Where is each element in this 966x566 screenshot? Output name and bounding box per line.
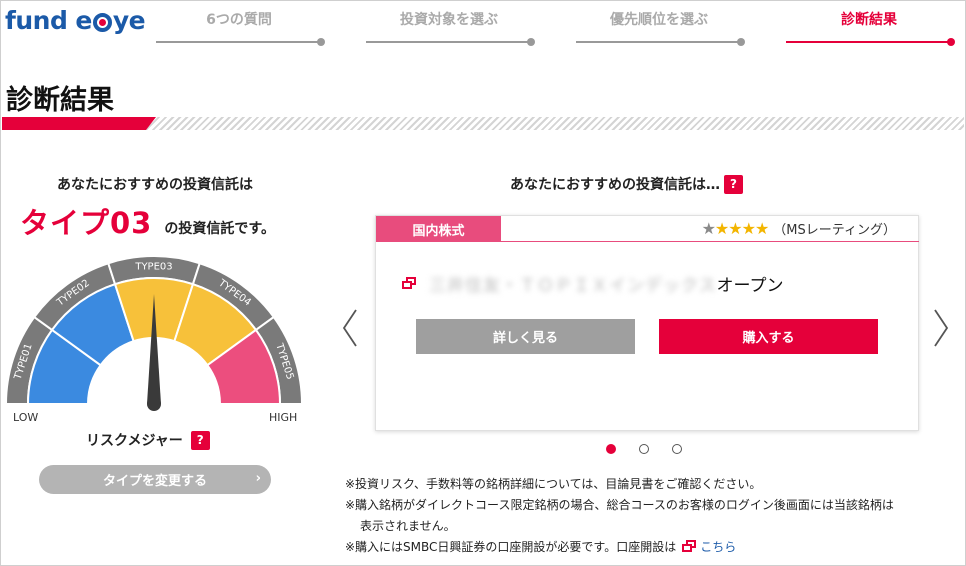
star-rating-icon: ★★★★★ — [701, 219, 770, 238]
change-type-label: タイプを変更する — [102, 474, 207, 489]
rating-source: （MSレーティング） — [773, 223, 896, 238]
star-icon: ★ — [754, 219, 769, 238]
star-icon: ★ — [701, 219, 716, 238]
fund-name-link[interactable]: 三井住友・ＴＯＰＩＸインデックス オープン — [402, 271, 783, 296]
logo-text-ye: ye — [112, 6, 146, 35]
category-rule — [501, 241, 919, 242]
logo-text-e: e — [75, 6, 92, 35]
step-dot — [527, 38, 535, 46]
title-underline — [2, 117, 964, 130]
risk-measure: リスクメジャー ? — [86, 430, 210, 450]
ms-rating: ★★★★★ （MSレーティング） — [702, 219, 896, 238]
fund-card: 国内株式 ★★★★★ （MSレーティング） 三井住友・ＴＯＰＩＸインデックス オ… — [375, 215, 919, 431]
buy-button[interactable]: 購入する — [659, 319, 878, 354]
gauge-high-label: HIGH — [269, 411, 298, 424]
carousel-pagination — [606, 444, 682, 454]
gauge-low-label: LOW — [13, 411, 39, 424]
chevron-left-icon[interactable] — [340, 308, 360, 348]
step-line — [576, 41, 742, 43]
note-line: ※投資リスク、手数料等の銘柄詳細については、目論見書をご確認ください。 — [345, 477, 762, 491]
step-label: 6つの質問 — [206, 12, 272, 28]
pagination-dot[interactable] — [639, 444, 649, 454]
gauge-needle-hub — [147, 397, 161, 411]
step-result: 診断結果 — [786, 8, 955, 48]
pagination-dot[interactable] — [672, 444, 682, 454]
help-icon[interactable]: ? — [724, 174, 743, 194]
fund-eye-logo[interactable]: fund e ye — [5, 6, 146, 35]
step-label: 投資対象を選ぶ — [400, 12, 498, 28]
gauge-segment-label: TYPE03 — [134, 262, 172, 273]
page-title: 診断結果 — [6, 85, 114, 116]
external-window-icon — [402, 277, 417, 290]
type-result: タイプ03 の投資信託です。 — [20, 200, 320, 242]
account-open-link[interactable]: こちら — [700, 540, 736, 554]
notes: ※投資リスク、手数料等の銘柄詳細については、目論見書をご確認ください。 ※購入銘… — [345, 474, 955, 558]
note-line: ※購入銘柄がダイレクトコース限定銘柄の場合、総合コースのお客様のログイン後画面に… — [345, 498, 894, 512]
risk-measure-label: リスクメジャー — [86, 433, 183, 449]
type-suffix: の投資信託です。 — [164, 221, 275, 237]
step-label: 診断結果 — [841, 12, 897, 28]
step-questions[interactable]: 6つの質問 — [156, 8, 325, 48]
step-priority[interactable]: 優先順位を選ぶ — [576, 8, 745, 48]
pagination-dot[interactable] — [606, 444, 616, 454]
step-line — [366, 41, 532, 43]
star-icon: ★ — [728, 219, 742, 238]
eye-icon — [92, 13, 112, 32]
step-dot — [737, 38, 745, 46]
recommend-heading-text: あなたにおすすめの投資信託は… — [510, 177, 720, 193]
risk-gauge: TYPE01TYPE02TYPE03TYPE04TYPE05 — [4, 255, 304, 411]
progress-steps: 6つの質問 投資対象を選ぶ 優先順位を選ぶ 診断結果 — [156, 8, 956, 48]
note-line-account: ※購入にはSMBC日興証券の口座開設が必要です。口座開設は こちら — [345, 537, 955, 558]
chevron-right-icon[interactable] — [931, 308, 951, 348]
title-underline-accent — [2, 117, 156, 130]
recommend-heading-right: あなたにおすすめの投資信託は… ? — [510, 174, 743, 194]
star-icon: ★ — [741, 219, 756, 238]
step-dot — [317, 38, 325, 46]
logo-text-fund: fund — [5, 6, 68, 35]
note-account-text: ※購入にはSMBC日興証券の口座開設が必要です。口座開設は — [345, 540, 677, 554]
step-choose-target[interactable]: 投資対象を選ぶ — [366, 8, 535, 48]
step-line — [786, 41, 952, 43]
change-type-button[interactable]: タイプを変更する › — [39, 465, 271, 494]
fund-name-suffix: オープン — [716, 276, 784, 296]
step-label: 優先順位を選ぶ — [610, 12, 708, 28]
recommend-heading-left: あなたにおすすめの投資信託は — [57, 177, 253, 193]
help-icon[interactable]: ? — [190, 430, 210, 450]
step-dot — [947, 38, 955, 46]
star-icon: ★ — [714, 219, 729, 238]
step-line — [156, 41, 322, 43]
external-window-icon — [682, 540, 697, 553]
chevron-right-icon: › — [255, 471, 261, 486]
category-tag: 国内株式 — [376, 216, 501, 242]
note-line: 表示されません。 — [360, 519, 456, 533]
type-label: タイプ03 — [20, 206, 153, 240]
fund-name-redacted: 三井住友・ＴＯＰＩＸインデックス — [429, 276, 717, 296]
detail-button[interactable]: 詳しく見る — [416, 319, 635, 354]
